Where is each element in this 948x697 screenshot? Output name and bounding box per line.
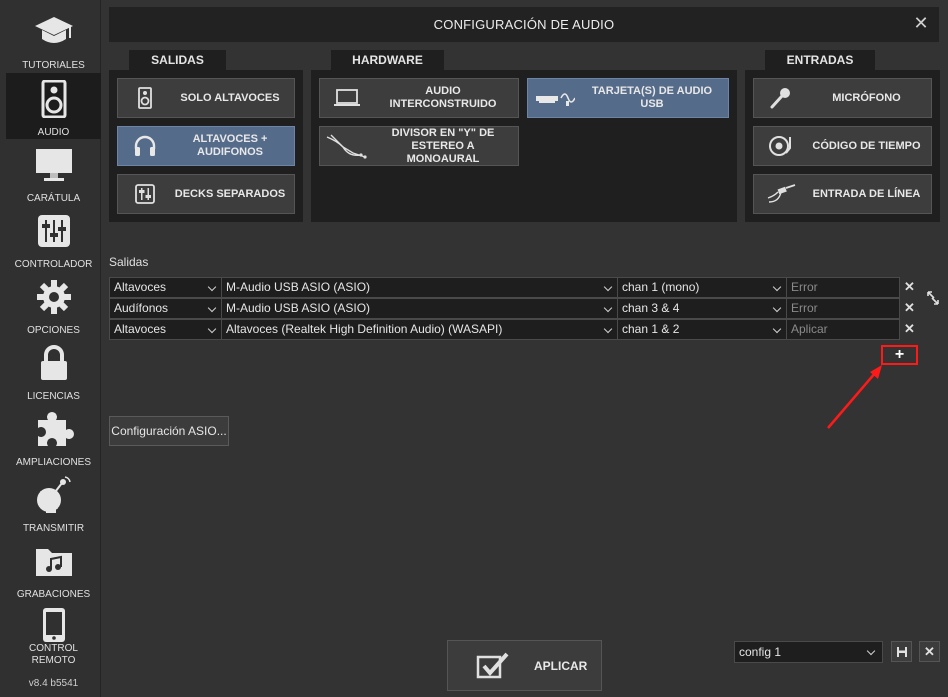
- annotation-arrow-icon: [827, 365, 882, 429]
- output-type-select[interactable]: Audífonos: [109, 298, 222, 319]
- outputs-section-label: Salidas: [109, 255, 149, 269]
- button-label: AUDIO INTERCONSTRUIDO: [389, 85, 497, 110]
- version-label: v8.4 b5541: [28, 678, 79, 689]
- table-row: Audífonos M-Audio USB ASIO (ASIO) chan 3…: [109, 298, 915, 319]
- graduation-cap-icon: [6, 12, 101, 52]
- checkbox-check-icon: [476, 652, 509, 679]
- codigo-de-tiempo-button[interactable]: CÓDIGO DE TIEMPO: [753, 126, 932, 166]
- save-icon[interactable]: [891, 641, 912, 662]
- button-label: ENTRADA DE LÍNEA: [812, 187, 921, 200]
- entrada-de-linea-button[interactable]: ENTRADA DE LÍNEA: [753, 174, 932, 214]
- output-status: Aplicar: [786, 319, 900, 340]
- hardware-panel: AUDIO INTERCONSTRUIDO TARJETA(S) DE AUDI…: [311, 70, 737, 222]
- sidebar-item-label: LICENCIAS: [27, 391, 80, 402]
- headphones-icon: [118, 127, 172, 165]
- table-row: Altavoces Altavoces (Realtek High Defini…: [109, 319, 915, 340]
- sidebar-item-licencias[interactable]: LICENCIAS: [6, 337, 101, 403]
- sort-icon[interactable]: [925, 290, 941, 306]
- sidebar-item-control-remoto[interactable]: CONTROL REMOTO: [6, 601, 101, 671]
- speaker-icon: [6, 79, 101, 119]
- sidebar-item-label: CONTROL REMOTO: [29, 643, 78, 666]
- delete-row-icon[interactable]: ✕: [904, 279, 916, 295]
- delete-row-icon[interactable]: ✕: [904, 321, 916, 337]
- turntable-icon: [754, 127, 808, 165]
- table-row: Altavoces M-Audio USB ASIO (ASIO) chan 1…: [109, 277, 915, 298]
- button-label: ALTAVOCES + AUDIFONOS: [192, 133, 268, 158]
- button-label: SOLO ALTAVOCES: [180, 91, 280, 104]
- sidebar-item-label: TUTORIALES: [22, 60, 85, 71]
- entradas-panel: MICRÓFONO CÓDIGO DE TIEMPO ENTRADA DE LÍ…: [745, 70, 940, 222]
- lock-icon: [6, 343, 101, 383]
- tab-entradas: ENTRADAS: [765, 50, 875, 70]
- y-splitter-icon: [320, 127, 374, 165]
- sidebar-item-transmitir[interactable]: TRANSMITIR: [6, 469, 101, 535]
- output-channel-select[interactable]: chan 1 (mono): [617, 277, 787, 298]
- output-status: Error: [786, 298, 900, 319]
- usb-card-icon: [528, 79, 582, 117]
- music-folder-icon: [6, 541, 101, 581]
- button-label: TARJETA(S) DE AUDIO USB: [591, 85, 713, 110]
- output-channel-select[interactable]: chan 3 & 4: [617, 298, 787, 319]
- salidas-panel: SOLO ALTAVOCES ALTAVOCES + AUDIFONOS DEC…: [109, 70, 303, 222]
- line-in-icon: [754, 175, 808, 213]
- sidebar-item-label: OPCIONES: [27, 325, 80, 336]
- satellite-dish-icon: [6, 475, 101, 515]
- tab-salidas: SALIDAS: [129, 50, 226, 70]
- sidebar-item-label: AUDIO: [37, 127, 70, 138]
- button-label: DIVISOR EN "Y" DE ESTEREO A MONOAURAL: [391, 126, 495, 165]
- sidebar-item-ampliaciones[interactable]: AMPLIACIONES: [6, 403, 101, 469]
- puzzle-icon: [6, 409, 101, 449]
- close-icon[interactable]: ✕: [911, 13, 931, 33]
- microphone-icon: [754, 79, 808, 117]
- solo-altavoces-button[interactable]: SOLO ALTAVOCES: [117, 78, 295, 118]
- sidebar-item-label: CONTROLADOR: [14, 259, 93, 270]
- gear-icon: [6, 277, 101, 317]
- config-select[interactable]: config 1: [734, 641, 883, 663]
- tab-hardware: HARDWARE: [331, 50, 444, 70]
- output-channel-select[interactable]: chan 1 & 2: [617, 319, 787, 340]
- output-type-select[interactable]: Altavoces: [109, 319, 222, 340]
- sidebar-item-label: AMPLIACIONES: [15, 457, 92, 468]
- window-title: CONFIGURACIÓN DE AUDIO: [433, 17, 615, 32]
- delete-row-icon[interactable]: ✕: [904, 300, 916, 316]
- output-status: Error: [786, 277, 900, 298]
- sidebar-item-label: TRANSMITIR: [22, 523, 85, 534]
- sidebar-item-tutoriales[interactable]: TUTORIALES: [6, 6, 101, 72]
- delete-config-icon[interactable]: ✕: [919, 641, 940, 662]
- laptop-icon: [320, 79, 374, 117]
- monitor-icon: [6, 145, 101, 185]
- sidebar-item-opciones[interactable]: OPCIONES: [6, 271, 101, 337]
- sliders-icon: [6, 211, 101, 251]
- output-device-select[interactable]: Altavoces (Realtek High Definition Audio…: [221, 319, 618, 340]
- output-type-select[interactable]: Altavoces: [109, 277, 222, 298]
- button-label: MICRÓFONO: [832, 91, 901, 104]
- sidebar-item-label: CARÁTULA: [26, 193, 81, 204]
- sidebar: TUTORIALES AUDIO CARÁTULA CONTROLADOR OP…: [0, 0, 101, 697]
- apply-label: APLICAR: [534, 659, 588, 673]
- sidebar-item-caratula[interactable]: CARÁTULA: [6, 139, 101, 205]
- phone-icon: [6, 605, 101, 645]
- apply-button[interactable]: APLICAR: [447, 640, 602, 691]
- output-device-select[interactable]: M-Audio USB ASIO (ASIO): [221, 277, 618, 298]
- sidebar-item-grabaciones[interactable]: GRABACIONES: [6, 535, 101, 601]
- sidebar-item-audio[interactable]: AUDIO: [6, 73, 101, 139]
- sidebar-item-controlador[interactable]: CONTROLADOR: [6, 205, 101, 271]
- audio-interconstruido-button[interactable]: AUDIO INTERCONSTRUIDO: [319, 78, 519, 118]
- decks-separados-button[interactable]: DECKS SEPARADOS: [117, 174, 295, 214]
- microfono-button[interactable]: MICRÓFONO: [753, 78, 932, 118]
- divisor-y-button[interactable]: DIVISOR EN "Y" DE ESTEREO A MONOAURAL: [319, 126, 519, 166]
- tarjeta-audio-usb-button[interactable]: TARJETA(S) DE AUDIO USB: [527, 78, 729, 118]
- speaker-icon: [118, 79, 172, 117]
- output-device-select[interactable]: M-Audio USB ASIO (ASIO): [221, 298, 618, 319]
- asio-config-button[interactable]: Configuración ASIO...: [109, 416, 229, 446]
- sidebar-item-label: GRABACIONES: [16, 589, 91, 600]
- window-header: CONFIGURACIÓN DE AUDIO ✕: [109, 7, 939, 42]
- altavoces-audifonos-button[interactable]: ALTAVOCES + AUDIFONOS: [117, 126, 295, 166]
- button-label: CÓDIGO DE TIEMPO: [812, 139, 921, 152]
- mixer-icon: [118, 175, 172, 213]
- button-label: DECKS SEPARADOS: [174, 187, 286, 200]
